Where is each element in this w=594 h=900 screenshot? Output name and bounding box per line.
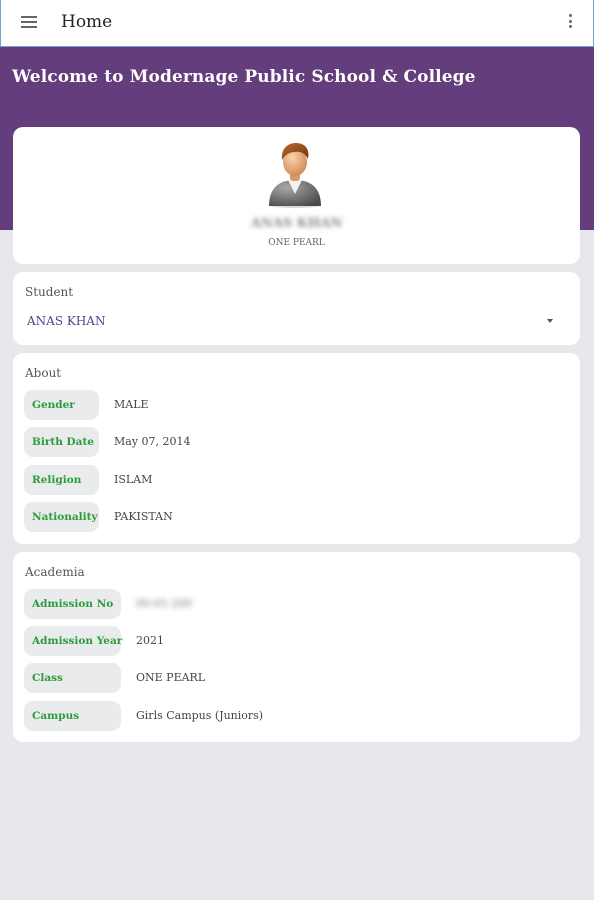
campus-value: Girls Campus (Juniors)	[136, 709, 264, 722]
student-dropdown[interactable]: ANAS KHAN	[27, 314, 105, 328]
dropdown-arrow-icon[interactable]	[547, 319, 553, 323]
campus-chip: Campus	[24, 701, 121, 731]
class-value: ONE PEARL	[136, 671, 206, 684]
religion-chip: Religion	[24, 465, 99, 495]
page-title: Home	[61, 12, 113, 32]
hamburger-menu-icon[interactable]	[21, 16, 37, 29]
student-card: Student ANAS KHAN	[13, 272, 580, 345]
class-chip: Class	[24, 663, 121, 693]
profile-card: ANAS KHAN ONE PEARL	[13, 127, 580, 264]
admission-year-chip: Admission Year	[24, 626, 122, 656]
gender-chip: Gender	[24, 390, 99, 420]
about-label: About	[25, 366, 62, 380]
admission-year-value: 2021	[136, 634, 164, 647]
admission-no-chip: Admission No	[24, 589, 121, 619]
admission-no-value: 00-01-200	[136, 597, 193, 610]
welcome-title: Welcome to Modernage Public School & Col…	[12, 67, 476, 87]
gender-value: MALE	[114, 398, 149, 411]
more-vert-icon[interactable]	[569, 14, 573, 31]
birth-date-value: May 07, 2014	[114, 435, 191, 448]
student-label: Student	[25, 285, 74, 299]
academia-label: Academia	[25, 565, 85, 579]
nationality-chip: Nationality	[24, 502, 99, 532]
birth-date-chip: Birth Date	[24, 427, 99, 457]
academia-card: Academia Admission No 00-01-200 Admissio…	[13, 552, 580, 742]
user-avatar-icon	[269, 143, 321, 208]
student-name: ANAS KHAN	[250, 216, 343, 231]
religion-value: ISLAM	[114, 473, 153, 486]
about-card: About Gender MALE Birth Date May 07, 201…	[13, 353, 580, 544]
nationality-value: PAKISTAN	[114, 510, 173, 523]
app-bar: Home	[0, 0, 594, 47]
student-class: ONE PEARL	[268, 238, 325, 248]
